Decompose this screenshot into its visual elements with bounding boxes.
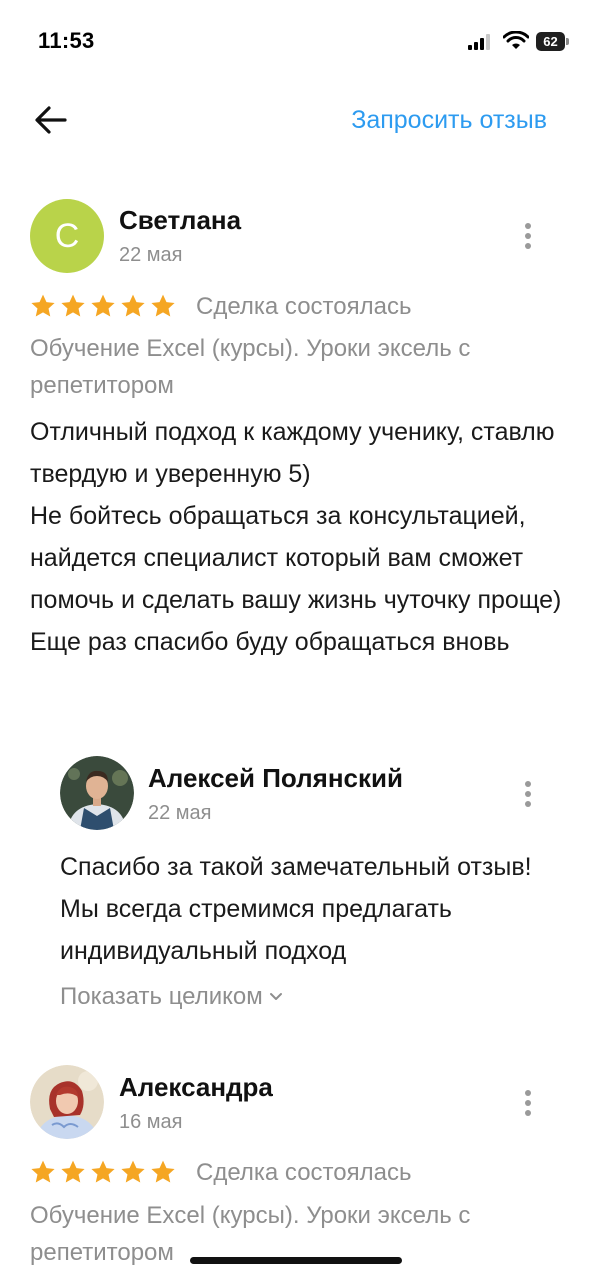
deal-status: Сделка состоялась <box>196 293 412 320</box>
home-indicator[interactable] <box>190 1257 402 1264</box>
more-options-icon[interactable] <box>522 222 534 250</box>
star-icon <box>91 1160 115 1183</box>
review-date: 16 мая <box>119 1111 183 1133</box>
review-date: 22 мая <box>119 244 183 266</box>
star-icon <box>121 1160 145 1183</box>
show-more-label: Показать целиком <box>60 983 263 1010</box>
battery-level: 62 <box>536 32 565 51</box>
service-name: Обучение Excel (курсы). Уроки эксель с р… <box>30 335 471 399</box>
request-review-link[interactable]: Запросить отзыв <box>351 106 547 135</box>
avatar: С <box>30 199 104 273</box>
review-text: Отличный подход к каждому ученику, ставл… <box>30 418 562 656</box>
star-icon <box>151 294 175 317</box>
star-icon <box>31 1160 55 1183</box>
star-icon <box>31 294 55 317</box>
review-author: Александра <box>119 1072 273 1102</box>
wifi-icon <box>503 31 529 49</box>
star-icon <box>91 294 115 317</box>
more-options-icon[interactable] <box>522 1089 534 1117</box>
show-more-button[interactable]: Показать целиком <box>60 983 283 1011</box>
reply-text: Спасибо за такой замечательный отзыв! Мы… <box>60 853 532 965</box>
star-icon <box>151 1160 175 1183</box>
star-icon <box>61 1160 85 1183</box>
reply-author: Алексей Полянский <box>148 763 403 793</box>
deal-status: Сделка состоялась <box>196 1159 412 1186</box>
status-time: 11:53 <box>38 28 95 53</box>
reply-date: 22 мая <box>148 802 212 824</box>
rating-stars <box>30 293 176 319</box>
star-icon <box>121 294 145 317</box>
avatar <box>60 756 134 830</box>
review-author: Светлана <box>119 205 242 235</box>
avatar <box>30 1065 104 1139</box>
rating-stars <box>30 1159 176 1185</box>
star-icon <box>61 294 85 317</box>
cellular-signal-icon <box>468 34 490 50</box>
chevron-down-icon <box>269 993 282 1000</box>
more-options-icon[interactable] <box>522 780 534 808</box>
back-arrow-icon[interactable] <box>34 103 68 137</box>
battery-icon: 62 <box>536 32 570 51</box>
